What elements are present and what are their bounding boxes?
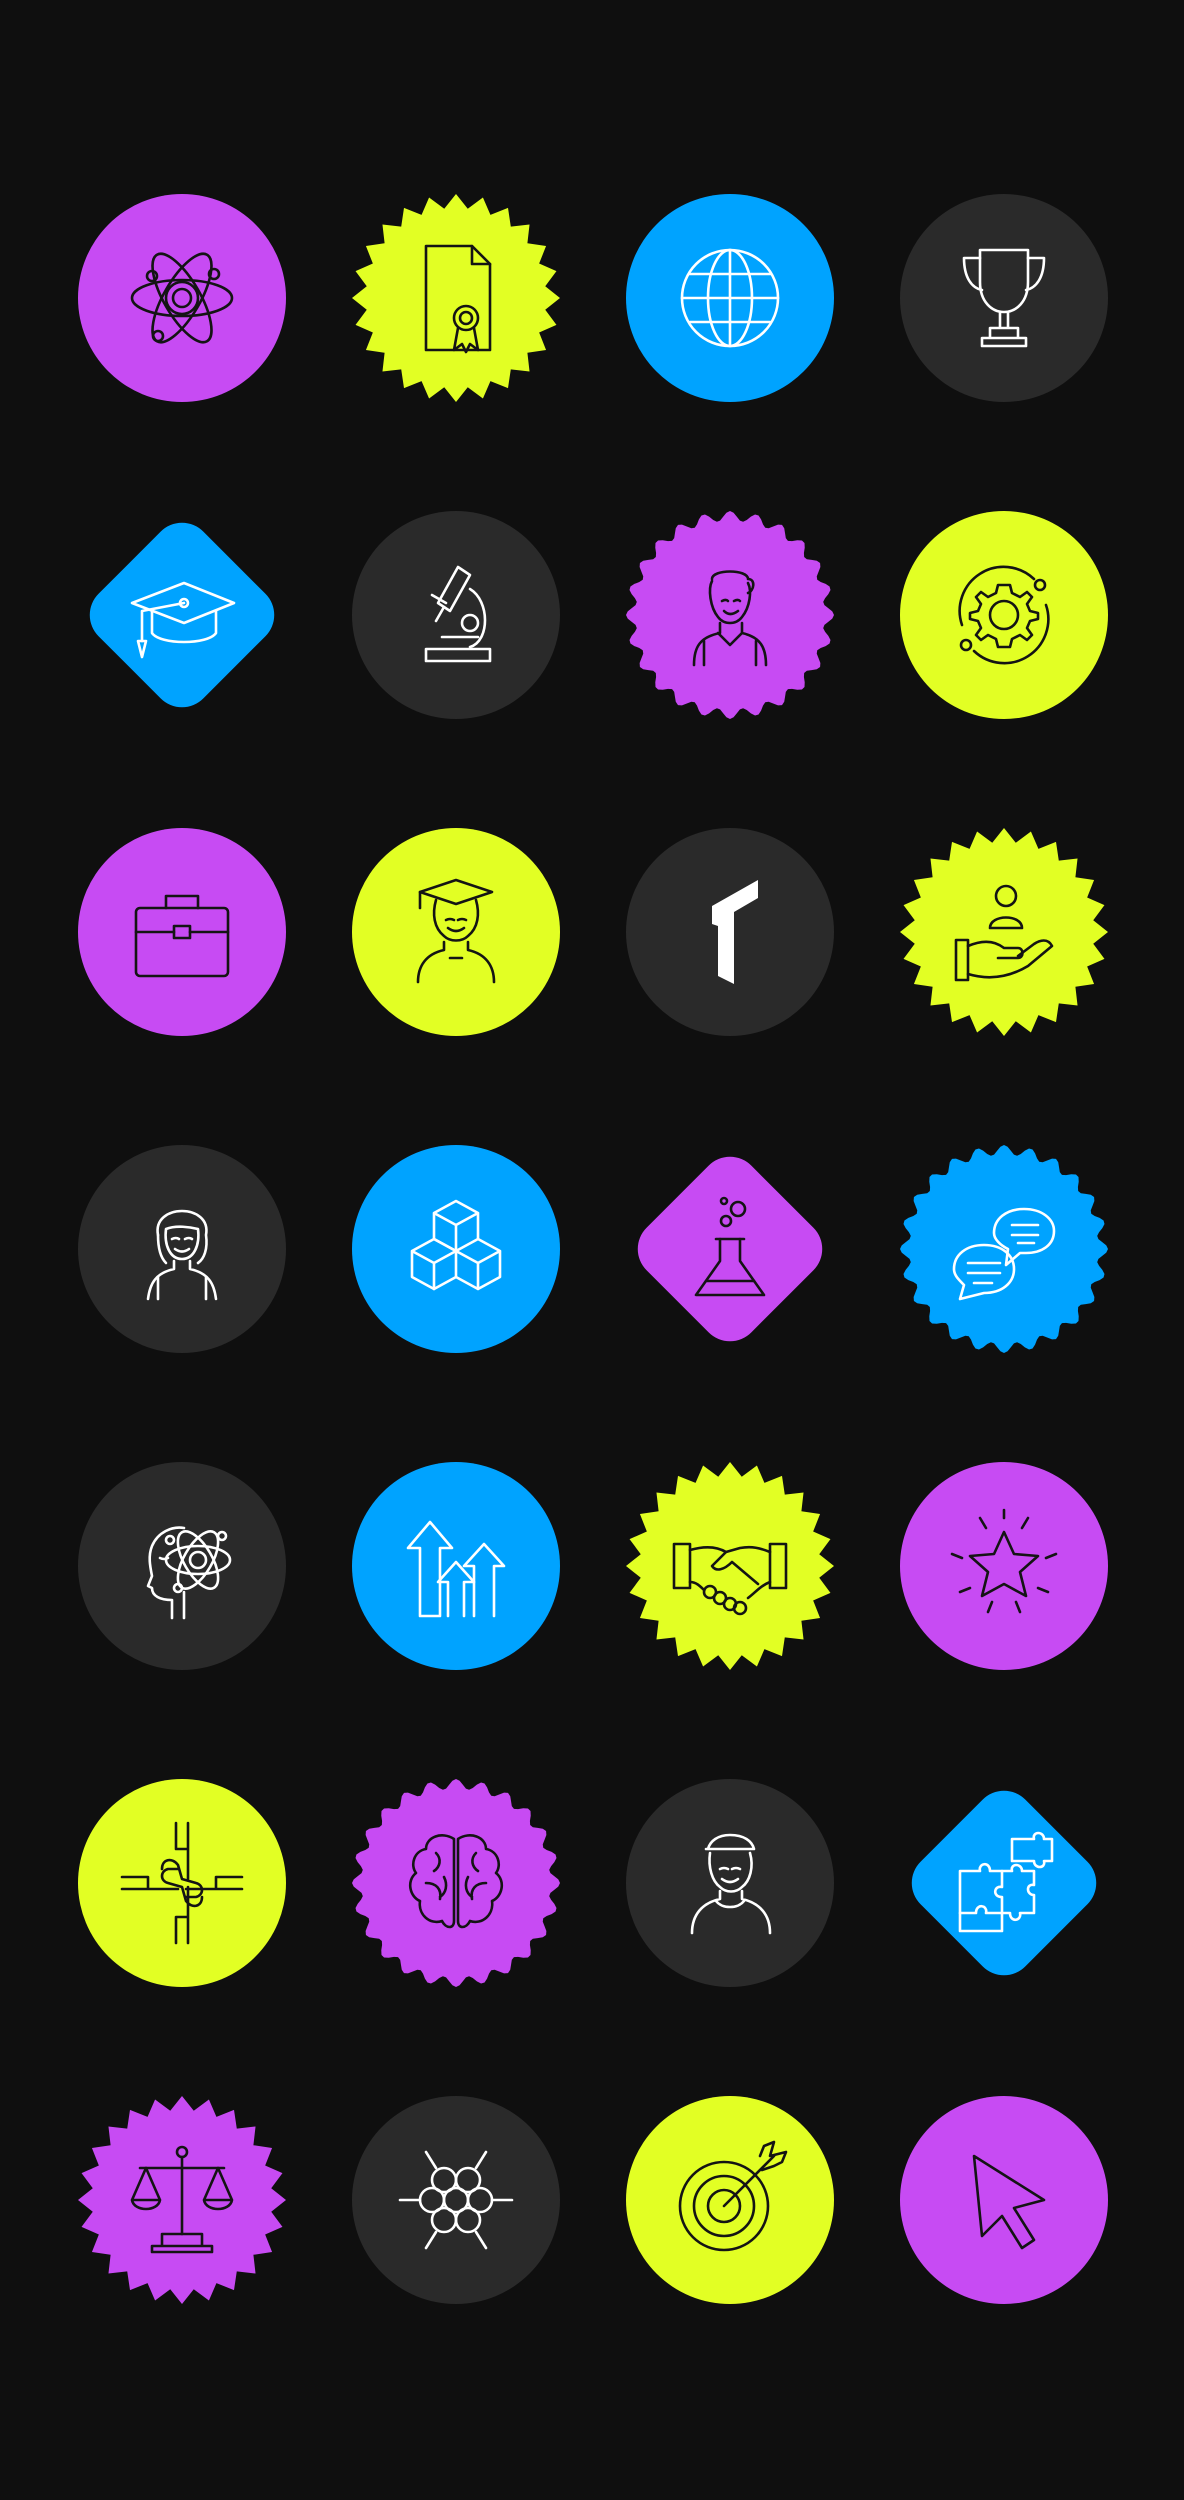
man-cap-icon (690, 1833, 772, 1935)
microscope-icon (424, 565, 492, 663)
icon-tile-teamwork-hands (78, 1779, 286, 1987)
icon-tile-student-girl (78, 1145, 286, 1353)
gear-orbit-icon (958, 565, 1050, 665)
icon-tile-graduation-cap (78, 511, 286, 719)
flask-icon (694, 1196, 766, 1297)
teamwork-hands-icon (120, 1821, 244, 1945)
certificate-icon (424, 244, 492, 354)
icon-tile-chat-bubbles (900, 1145, 1108, 1353)
hand-person-icon (954, 884, 1054, 982)
icon-tile-cursor (900, 2096, 1108, 2304)
icon-tile-trophy (900, 194, 1108, 402)
globe-icon (680, 248, 780, 348)
icon-tile-brain (352, 1779, 560, 1987)
cubes-icon (410, 1199, 502, 1291)
icon-tile-flask (626, 1145, 834, 1353)
cursor-icon (972, 2154, 1046, 2250)
growth-arrows-icon (406, 1520, 506, 1618)
scales-icon (130, 2145, 234, 2254)
icon-tile-hand-person (900, 828, 1108, 1036)
icon-tile-puzzle (900, 1779, 1108, 1987)
icon-tile-molecule-network (352, 2096, 560, 2304)
target-arrow-icon (678, 2140, 788, 2252)
student-boy-icon (692, 570, 768, 667)
trophy-icon (962, 248, 1046, 348)
icon-tile-star-burst (900, 1462, 1108, 1670)
icon-tile-student-boy (626, 511, 834, 719)
icon-tile-certificate (352, 194, 560, 402)
briefcase-icon (134, 894, 230, 978)
icon-tile-handshake (626, 1462, 834, 1670)
brain-icon (408, 1834, 504, 1929)
graduate-icon (416, 878, 496, 984)
icon-tile-globe (626, 194, 834, 402)
icon-tile-head-atom (78, 1462, 286, 1670)
head-atom-icon (146, 1523, 232, 1620)
atom-icon (130, 244, 234, 352)
chat-bubbles-icon (952, 1207, 1056, 1301)
icon-tile-man-cap (626, 1779, 834, 1987)
student-girl-icon (146, 1209, 218, 1301)
icon-tile-briefcase (78, 828, 286, 1036)
handshake-icon (672, 1542, 788, 1616)
puzzle-icon (958, 1831, 1054, 1933)
graduation-cap-icon (130, 581, 236, 659)
icon-tile-cubes (352, 1145, 560, 1353)
star-burst-icon (950, 1508, 1058, 1614)
icon-tile-scales (78, 2096, 286, 2304)
molecule-network-icon (398, 2150, 514, 2250)
icon-tile-graduate (352, 828, 560, 1036)
icon-tile-target-arrow (626, 2096, 834, 2304)
icon-tile-atom (78, 194, 286, 402)
icon-tile-growth-arrows (352, 1462, 560, 1670)
logo-mark-icon (712, 880, 758, 984)
icon-tile-logo-mark (626, 828, 834, 1036)
icon-tile-gear-orbit (900, 511, 1108, 719)
icon-grid (0, 0, 1184, 2500)
icon-tile-microscope (352, 511, 560, 719)
